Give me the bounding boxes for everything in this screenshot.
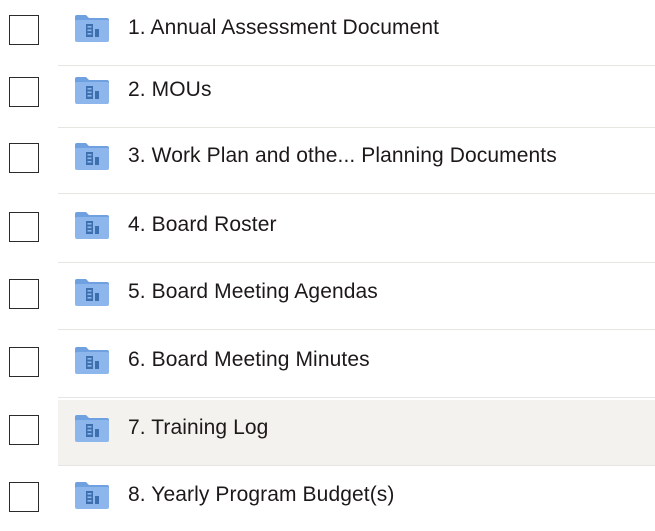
folder-name-link[interactable]: 2. MOUs <box>128 76 212 104</box>
shared-folder-icon[interactable] <box>74 75 110 105</box>
row-checkbox[interactable] <box>9 482 39 512</box>
shared-folder-icon[interactable] <box>74 480 110 510</box>
file-list: 1. Annual Assessment Document 2. MOUs 3.… <box>0 0 655 531</box>
row-divider <box>58 193 655 194</box>
row-divider <box>58 329 655 330</box>
file-row[interactable]: 5. Board Meeting Agendas <box>0 264 655 330</box>
folder-name-link[interactable]: 1. Annual Assessment Document <box>128 14 439 42</box>
row-checkbox[interactable] <box>9 77 39 107</box>
row-divider <box>58 397 655 398</box>
row-checkbox[interactable] <box>9 15 39 45</box>
file-row[interactable]: 3. Work Plan and othe... Planning Docume… <box>0 128 655 194</box>
shared-folder-icon[interactable] <box>74 345 110 375</box>
file-row[interactable]: 8. Yearly Program Budget(s) <box>0 467 655 531</box>
shared-folder-icon[interactable] <box>74 413 110 443</box>
shared-folder-icon[interactable] <box>74 210 110 240</box>
file-row[interactable]: 6. Board Meeting Minutes <box>0 332 655 398</box>
shared-folder-icon[interactable] <box>74 277 110 307</box>
folder-name-link[interactable]: 6. Board Meeting Minutes <box>128 346 370 374</box>
folder-name-link[interactable]: 5. Board Meeting Agendas <box>128 278 378 306</box>
row-divider <box>58 465 655 466</box>
file-row[interactable]: 4. Board Roster <box>0 197 655 263</box>
shared-folder-icon[interactable] <box>74 141 110 171</box>
row-divider <box>58 262 655 263</box>
row-checkbox[interactable] <box>9 212 39 242</box>
folder-name-link[interactable]: 4. Board Roster <box>128 211 277 239</box>
file-row[interactable]: 1. Annual Assessment Document <box>0 0 655 66</box>
row-checkbox[interactable] <box>9 415 39 445</box>
file-row[interactable]: 2. MOUs <box>0 62 655 128</box>
row-checkbox[interactable] <box>9 279 39 309</box>
row-checkbox[interactable] <box>9 143 39 173</box>
folder-name-link[interactable]: 3. Work Plan and othe... Planning Docume… <box>128 142 557 170</box>
shared-folder-icon[interactable] <box>74 13 110 43</box>
file-row-hovered[interactable]: 7. Training Log <box>0 400 655 466</box>
folder-name-link[interactable]: 7. Training Log <box>128 414 268 442</box>
folder-name-link[interactable]: 8. Yearly Program Budget(s) <box>128 481 395 509</box>
row-checkbox[interactable] <box>9 347 39 377</box>
